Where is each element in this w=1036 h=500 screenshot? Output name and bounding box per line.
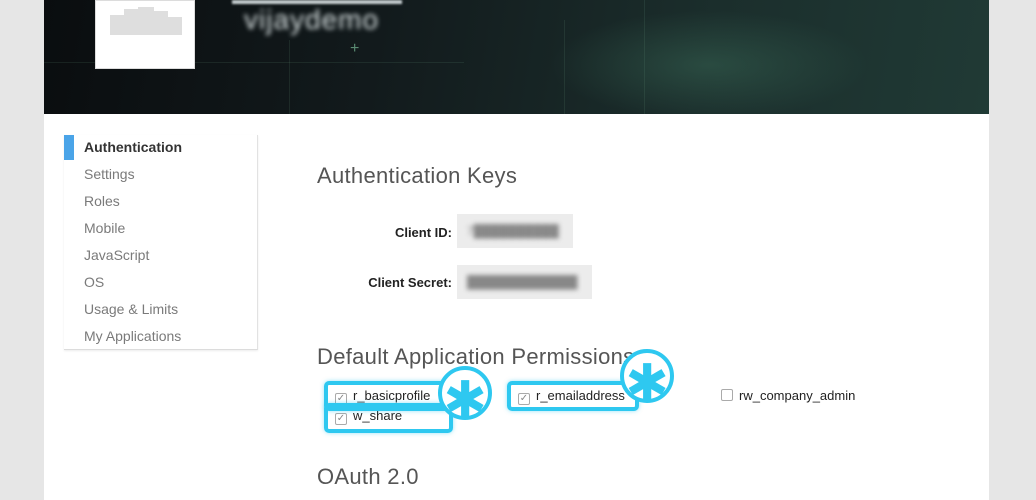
banner-gridline <box>564 20 565 114</box>
sidebar-item-label: JavaScript <box>84 247 150 263</box>
sidebar-item-label: Authentication <box>84 139 182 155</box>
app-page: vijaydemo + Authentication Settings Role… <box>44 0 989 500</box>
sidebar-item-settings[interactable]: Settings <box>64 162 257 189</box>
building-icon <box>138 7 154 35</box>
plus-icon: + <box>350 40 360 57</box>
client-secret-field[interactable]: █████████████ <box>457 265 592 299</box>
sidebar-item-label: OS <box>84 274 105 290</box>
sidebar-nav: Authentication Settings Roles Mobile Jav… <box>64 135 258 350</box>
sidebar-item-roles[interactable]: Roles <box>64 189 257 216</box>
permissions-title: Default Application Permissions <box>317 344 635 369</box>
company-name: vijaydemo <box>244 4 380 35</box>
banner-gridline <box>644 0 645 114</box>
sidebar-item-os[interactable]: OS <box>64 270 257 297</box>
checkbox-unchecked[interactable] <box>721 389 733 401</box>
permission-rw-company-admin[interactable]: rw_company_admin <box>721 387 855 405</box>
auth-keys-title: Authentication Keys <box>317 163 518 188</box>
building-icon <box>168 17 182 35</box>
sidebar-item-label: My Applications <box>84 328 182 344</box>
building-icon <box>110 15 124 35</box>
asterisk-badge-icon: ✱ <box>438 366 492 431</box>
sidebar-item-usage-limits[interactable]: Usage & Limits <box>64 297 257 324</box>
client-secret-value: █████████████ <box>467 275 578 289</box>
client-id-value: 7██████████ <box>467 224 559 238</box>
sidebar-item-mobile[interactable]: Mobile <box>64 216 257 243</box>
highlight-w-share <box>324 403 453 433</box>
banner-gridline <box>289 40 290 114</box>
highlight-r-emailaddress <box>507 381 639 411</box>
client-secret-label: Client Secret: <box>368 275 452 290</box>
banner-glow <box>549 10 869 114</box>
client-id-field[interactable]: 7██████████ <box>457 214 573 248</box>
client-id-label: Client ID: <box>394 225 452 240</box>
sidebar-item-label: Usage & Limits <box>84 301 179 317</box>
sidebar-item-my-applications[interactable]: My Applications <box>64 324 257 351</box>
building-icon <box>154 11 168 35</box>
sidebar-item-label: Roles <box>84 193 120 209</box>
sidebar-item-label: Settings <box>84 166 135 182</box>
sidebar-item-label: Mobile <box>84 220 126 236</box>
sidebar-item-javascript[interactable]: JavaScript <box>64 243 257 270</box>
company-logo[interactable] <box>95 0 195 69</box>
building-icon <box>124 9 138 35</box>
active-indicator <box>64 135 74 160</box>
oauth-title: OAuth 2.0 <box>317 464 419 489</box>
asterisk-badge-icon: ✱ <box>620 349 674 414</box>
sidebar-item-authentication[interactable]: Authentication <box>64 135 257 162</box>
permission-label: rw_company_admin <box>739 388 856 403</box>
